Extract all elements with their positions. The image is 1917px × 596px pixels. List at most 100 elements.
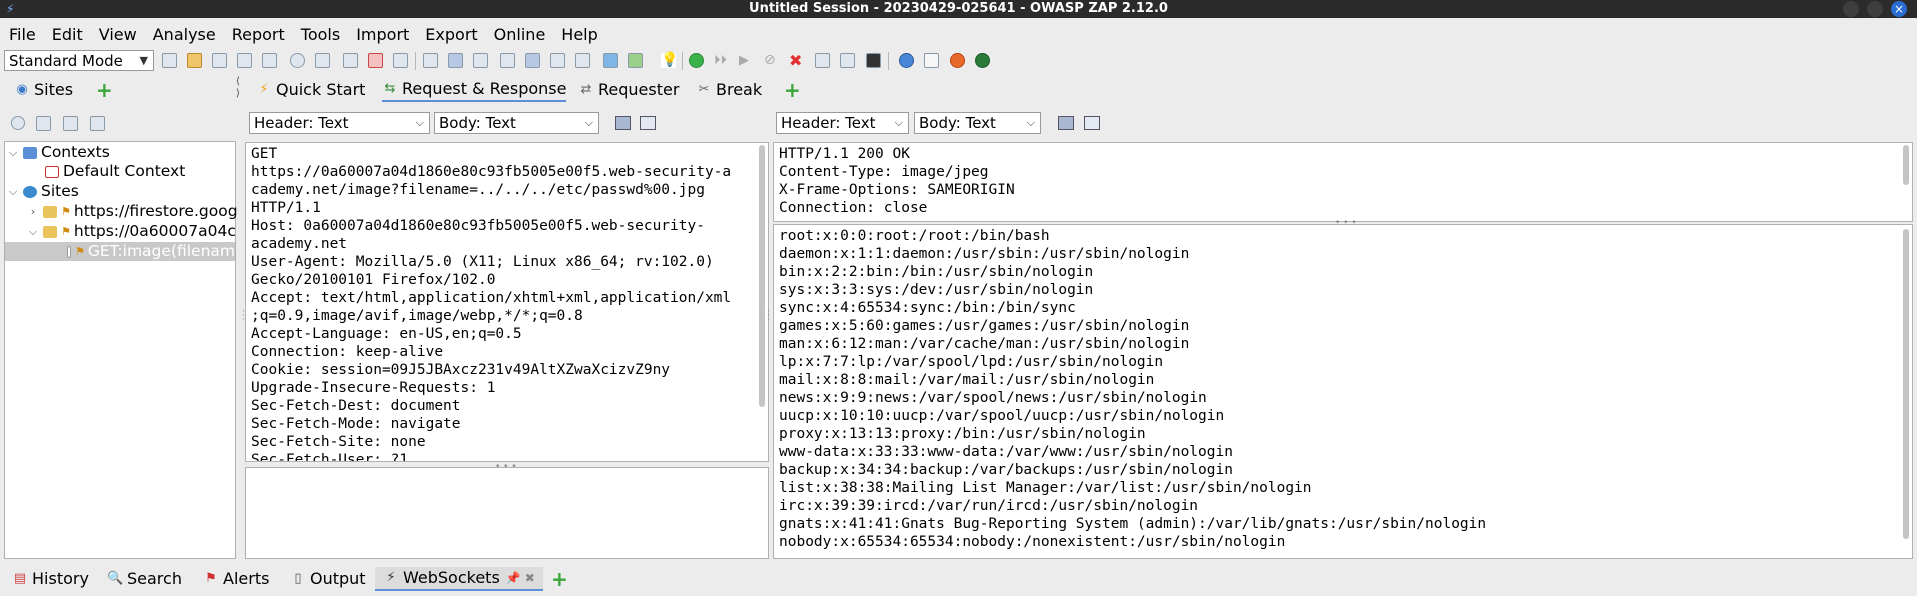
response-body-line: sync:x:4:65534:sync:/bin:/bin/sync — [779, 300, 1076, 316]
tree-node-site-academy[interactable]: ⌵ ⚑ https://0a60007a04c — [27, 222, 236, 241]
tree-node-default-context[interactable]: Default Context — [41, 162, 185, 181]
layout-horizontal-icon[interactable] — [525, 53, 540, 68]
layout-panel-icon[interactable] — [575, 53, 590, 68]
minimize-button[interactable] — [1843, 1, 1859, 17]
maximize-button[interactable] — [1867, 1, 1883, 17]
menu-export[interactable]: Export — [416, 24, 484, 48]
menu-tools[interactable]: Tools — [292, 24, 347, 48]
left-splitter-handle[interactable]: · · · — [242, 308, 245, 325]
tab-quick-start[interactable]: ⚡ Quick Start — [256, 78, 365, 102]
report-icon[interactable] — [924, 53, 939, 68]
manage-addons-icon[interactable] — [840, 53, 855, 68]
add-bottom-tab-button[interactable]: + — [551, 569, 568, 589]
help-icon[interactable] — [899, 53, 914, 68]
response-header-format-select[interactable]: Header: Text ⌵ — [776, 112, 909, 134]
add-sites-tab-button[interactable]: + — [96, 80, 113, 100]
options-gear-icon[interactable] — [290, 53, 305, 68]
layout-vertical-icon[interactable] — [500, 53, 515, 68]
websockets-icon: ⚡ — [386, 570, 396, 585]
request-header-format-select[interactable]: Header: Text ⌵ — [249, 112, 430, 134]
response-split-view-button[interactable] — [1058, 116, 1074, 130]
firefox-icon[interactable] — [950, 53, 965, 68]
response-body-format-select[interactable]: Body: Text ⌵ — [914, 112, 1041, 134]
request-body-panel[interactable] — [245, 467, 769, 559]
tab-sites[interactable]: ◉ Sites — [14, 78, 73, 102]
tab-alerts[interactable]: ⚑ Alerts — [203, 567, 269, 591]
layout-tabs-icon[interactable] — [423, 53, 438, 68]
menu-view[interactable]: View — [90, 24, 144, 48]
tab-break[interactable]: ✂ Break — [696, 78, 763, 102]
tab-search[interactable]: 🔍 Search — [107, 567, 182, 591]
menu-analyse[interactable]: Analyse — [144, 24, 223, 48]
step-icon[interactable]: ⏵⏵ — [714, 53, 729, 68]
response-body-line: www-data:x:33:33:www-data:/var/www:/usr/… — [779, 444, 1233, 460]
response-body-scrollbar[interactable] — [1903, 229, 1909, 539]
mode-select[interactable]: Standard Mode ▼ — [4, 50, 154, 71]
layout-full-icon[interactable] — [473, 53, 488, 68]
chevron-down-icon[interactable]: ⌵ — [7, 182, 19, 201]
tab-requester[interactable]: ⇄ Requester — [578, 78, 680, 102]
scan-policy-icon[interactable] — [628, 53, 643, 68]
save-session-icon[interactable] — [212, 53, 227, 68]
menu-import[interactable]: Import — [347, 24, 416, 48]
close-window-button[interactable]: × — [1891, 1, 1907, 17]
target-icon[interactable] — [11, 116, 25, 130]
open-session-icon[interactable] — [187, 53, 202, 68]
tree-node-contexts[interactable]: ⌵ Contexts — [7, 143, 110, 162]
export-context-icon[interactable] — [90, 116, 105, 131]
new-session-icon[interactable] — [162, 53, 177, 68]
response-header-panel[interactable]: HTTP/1.1 200 OK Content-Type: image/jpeg… — [773, 142, 1913, 222]
drop-icon[interactable]: ⊘ — [764, 53, 779, 68]
tab-history[interactable]: ▤ History — [12, 567, 89, 591]
vertical-splitter-handle[interactable]: · · · — [767, 308, 770, 325]
request-header-panel[interactable]: GET https://0a60007a04d1860e80c93fb5005e… — [245, 142, 769, 462]
drop-request-icon[interactable]: ✖ — [789, 53, 804, 69]
response-body-line: bin:x:2:2:bin:/bin:/usr/sbin/nologin — [779, 264, 1094, 280]
add-tab-button[interactable]: + — [784, 80, 801, 100]
menu-file[interactable]: File — [0, 24, 43, 48]
lightbulb-icon[interactable]: 💡 — [661, 53, 678, 68]
layout-grid-icon[interactable] — [550, 53, 565, 68]
collapse-chevrons-icon[interactable]: ⟨ ⟩ — [236, 76, 240, 100]
tree-node-site-firestore[interactable]: › ⚑ https://firestore.goog — [27, 202, 238, 221]
new-context-icon[interactable] — [343, 53, 358, 68]
chevron-right-icon[interactable]: › — [27, 202, 39, 221]
request-split-view-button[interactable] — [615, 116, 631, 130]
export-icon[interactable] — [315, 53, 330, 68]
request-body-format-select[interactable]: Body: Text ⌵ — [434, 112, 599, 134]
add-breakpoint-icon[interactable] — [815, 53, 830, 68]
close-tab-icon[interactable]: ✖ — [525, 566, 535, 590]
import-context-icon[interactable] — [63, 116, 78, 131]
chevron-down-icon[interactable]: ⌵ — [27, 222, 39, 241]
session-properties-icon[interactable] — [262, 53, 277, 68]
hud-icon[interactable] — [975, 53, 990, 68]
request-scrollbar[interactable] — [759, 145, 765, 407]
layout-split-icon[interactable] — [448, 53, 463, 68]
break-all-green-icon[interactable] — [689, 53, 704, 68]
tab-request-response[interactable]: ⇆ Request & Response — [382, 78, 567, 102]
tree-node-sites[interactable]: ⌵ Sites — [7, 182, 79, 201]
tab-requester-label: Requester — [598, 80, 680, 99]
response-combined-view-button[interactable] — [1084, 116, 1100, 130]
menu-help[interactable]: Help — [552, 24, 604, 48]
menu-edit[interactable]: Edit — [43, 24, 90, 48]
terminal-icon[interactable] — [866, 53, 881, 68]
request-line: Accept: text/html,application/xhtml+xml,… — [251, 290, 732, 306]
pin-icon[interactable]: 📌 — [506, 566, 521, 590]
tab-output[interactable]: ▯ Output — [290, 567, 365, 591]
request-combined-view-button[interactable] — [640, 116, 656, 130]
menu-online[interactable]: Online — [485, 24, 553, 48]
response-body-panel[interactable]: root:x:0:0:root:/root:/bin/bash daemon:x… — [773, 224, 1913, 559]
delete-icon[interactable] — [368, 53, 383, 68]
request-line: academy.net — [251, 236, 348, 252]
snapshot-icon[interactable] — [237, 53, 252, 68]
chevron-down-icon[interactable]: ⌵ — [7, 143, 19, 162]
tree-node-get-image[interactable]: ⚑ GET:image(filenam — [5, 242, 235, 261]
toggle-tabs-icon[interactable] — [603, 53, 618, 68]
scope-icon[interactable] — [393, 53, 408, 68]
new-context-icon[interactable] — [36, 116, 51, 131]
tab-websockets[interactable]: ⚡ WebSockets 📌 ✖ — [375, 567, 543, 591]
menu-report[interactable]: Report — [223, 24, 292, 48]
continue-icon[interactable]: ▶ — [739, 53, 754, 68]
response-header-scrollbar[interactable] — [1903, 145, 1909, 185]
